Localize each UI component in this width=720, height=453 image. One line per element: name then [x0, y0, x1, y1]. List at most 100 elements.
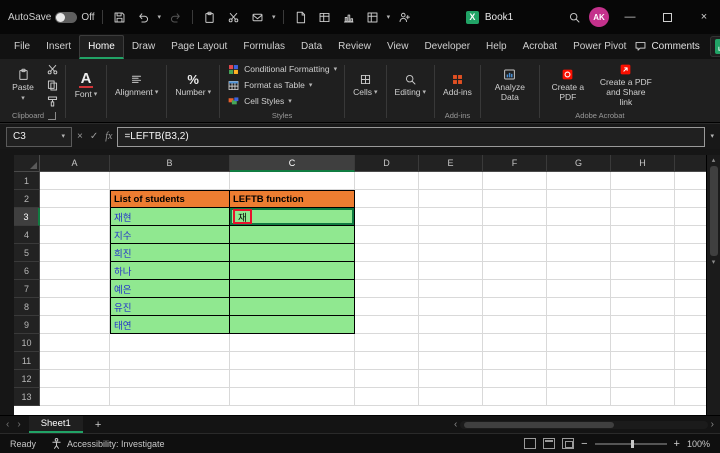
cell-F5[interactable]: [483, 244, 547, 262]
cell-H2[interactable]: [611, 190, 675, 208]
cell-H7[interactable]: [611, 280, 675, 298]
cell-C2[interactable]: LEFTB function: [230, 190, 355, 208]
cell-F2[interactable]: [483, 190, 547, 208]
normal-view-icon[interactable]: [524, 438, 536, 449]
cell-F8[interactable]: [483, 298, 547, 316]
horizontal-scroll-thumb[interactable]: [464, 422, 614, 428]
row-header-8[interactable]: 8: [14, 298, 40, 316]
conditional-formatting-button[interactable]: Conditional Formatting ▾: [223, 62, 341, 77]
cell-E3[interactable]: [419, 208, 483, 226]
chart-icon[interactable]: [339, 6, 358, 28]
alignment-button[interactable]: Alignment▾: [110, 61, 163, 109]
zoom-slider[interactable]: [595, 443, 667, 445]
cell-F10[interactable]: [483, 334, 547, 352]
tab-acrobat[interactable]: Acrobat: [515, 36, 565, 57]
row-header-3[interactable]: 3: [14, 208, 40, 226]
cell-B3[interactable]: 재현: [110, 208, 230, 226]
font-button[interactable]: A Font▾: [69, 61, 103, 109]
cell-G13[interactable]: [547, 388, 611, 406]
cell-F12[interactable]: [483, 370, 547, 388]
cell-F7[interactable]: [483, 280, 547, 298]
tab-home[interactable]: Home: [79, 35, 124, 59]
maximize-button[interactable]: [651, 0, 683, 34]
number-dropdown-icon[interactable]: ▾: [208, 89, 212, 96]
column-header-G[interactable]: G: [547, 155, 611, 172]
cell-C6[interactable]: [230, 262, 355, 280]
column-header-D[interactable]: D: [355, 155, 419, 172]
font-dropdown-icon[interactable]: ▾: [94, 91, 98, 98]
number-button[interactable]: % Number▾: [170, 61, 216, 109]
clipboard-icon[interactable]: [200, 6, 219, 28]
column-header-H[interactable]: H: [611, 155, 675, 172]
cell-H8[interactable]: [611, 298, 675, 316]
cell-A2[interactable]: [40, 190, 110, 208]
cell-D11[interactable]: [355, 352, 419, 370]
tab-data[interactable]: Data: [293, 36, 330, 57]
scroll-up-icon[interactable]: ▴: [712, 156, 716, 164]
row-header-11[interactable]: 11: [14, 352, 40, 370]
copy-button[interactable]: [42, 78, 62, 92]
sheet-nav-left-icon[interactable]: ‹: [6, 419, 9, 430]
row-header-9[interactable]: 9: [14, 316, 40, 334]
cell-B5[interactable]: 희진: [110, 244, 230, 262]
cell-A11[interactable]: [40, 352, 110, 370]
cell-F13[interactable]: [483, 388, 547, 406]
tab-power-pivot[interactable]: Power Pivot: [565, 36, 634, 57]
conditional-formatting-dropdown-icon[interactable]: ▾: [334, 66, 338, 73]
tab-insert[interactable]: Insert: [38, 36, 79, 57]
page-break-view-icon[interactable]: [562, 438, 574, 449]
column-header-A[interactable]: A: [40, 155, 110, 172]
cell-D3[interactable]: [355, 208, 419, 226]
format-as-table-dropdown-icon[interactable]: ▾: [309, 82, 313, 89]
cells-button[interactable]: Cells▾: [348, 61, 382, 109]
cell-E9[interactable]: [419, 316, 483, 334]
cell-C11[interactable]: [230, 352, 355, 370]
cell-G6[interactable]: [547, 262, 611, 280]
cell-H11[interactable]: [611, 352, 675, 370]
cell-E1[interactable]: [419, 172, 483, 190]
cell-A9[interactable]: [40, 316, 110, 334]
cell-E2[interactable]: [419, 190, 483, 208]
cell-C1[interactable]: [230, 172, 355, 190]
tab-draw[interactable]: Draw: [124, 36, 163, 57]
cell-C8[interactable]: [230, 298, 355, 316]
horizontal-scrollbar[interactable]: ‹ ›: [454, 419, 714, 430]
undo-dropdown-icon[interactable]: ▾: [158, 14, 162, 21]
cell-A6[interactable]: [40, 262, 110, 280]
addins-button[interactable]: Add-ins: [438, 61, 477, 109]
cell-H1[interactable]: [611, 172, 675, 190]
cell-B7[interactable]: 예은: [110, 280, 230, 298]
cell-C13[interactable]: [230, 388, 355, 406]
cell-D7[interactable]: [355, 280, 419, 298]
row-header-13[interactable]: 13: [14, 388, 40, 406]
cell-B13[interactable]: [110, 388, 230, 406]
enter-icon[interactable]: ✓: [90, 131, 98, 142]
cell-styles-button[interactable]: Cell Styles ▾: [223, 94, 341, 109]
cell-G2[interactable]: [547, 190, 611, 208]
analyze-data-button[interactable]: Analyze Data: [484, 61, 536, 109]
cell-D9[interactable]: [355, 316, 419, 334]
cell-B10[interactable]: [110, 334, 230, 352]
close-button[interactable]: ×: [688, 0, 720, 34]
paste-button[interactable]: Paste ▾: [6, 61, 40, 109]
cell-D13[interactable]: [355, 388, 419, 406]
cell-G12[interactable]: [547, 370, 611, 388]
horizontal-scroll-track[interactable]: [460, 421, 707, 429]
column-header-B[interactable]: B: [110, 155, 230, 172]
cell-A5[interactable]: [40, 244, 110, 262]
cells-dropdown-icon[interactable]: ▾: [374, 89, 378, 96]
cell-B11[interactable]: [110, 352, 230, 370]
cell-E12[interactable]: [419, 370, 483, 388]
user-avatar[interactable]: AK: [589, 7, 609, 27]
cell-F9[interactable]: [483, 316, 547, 334]
cell-D5[interactable]: [355, 244, 419, 262]
cell-F1[interactable]: [483, 172, 547, 190]
row-header-6[interactable]: 6: [14, 262, 40, 280]
row-header-1[interactable]: 1: [14, 172, 40, 190]
cell-A10[interactable]: [40, 334, 110, 352]
cell-E4[interactable]: [419, 226, 483, 244]
row-header-4[interactable]: 4: [14, 226, 40, 244]
cell-E7[interactable]: [419, 280, 483, 298]
cell-G9[interactable]: [547, 316, 611, 334]
tab-file[interactable]: File: [6, 36, 38, 57]
